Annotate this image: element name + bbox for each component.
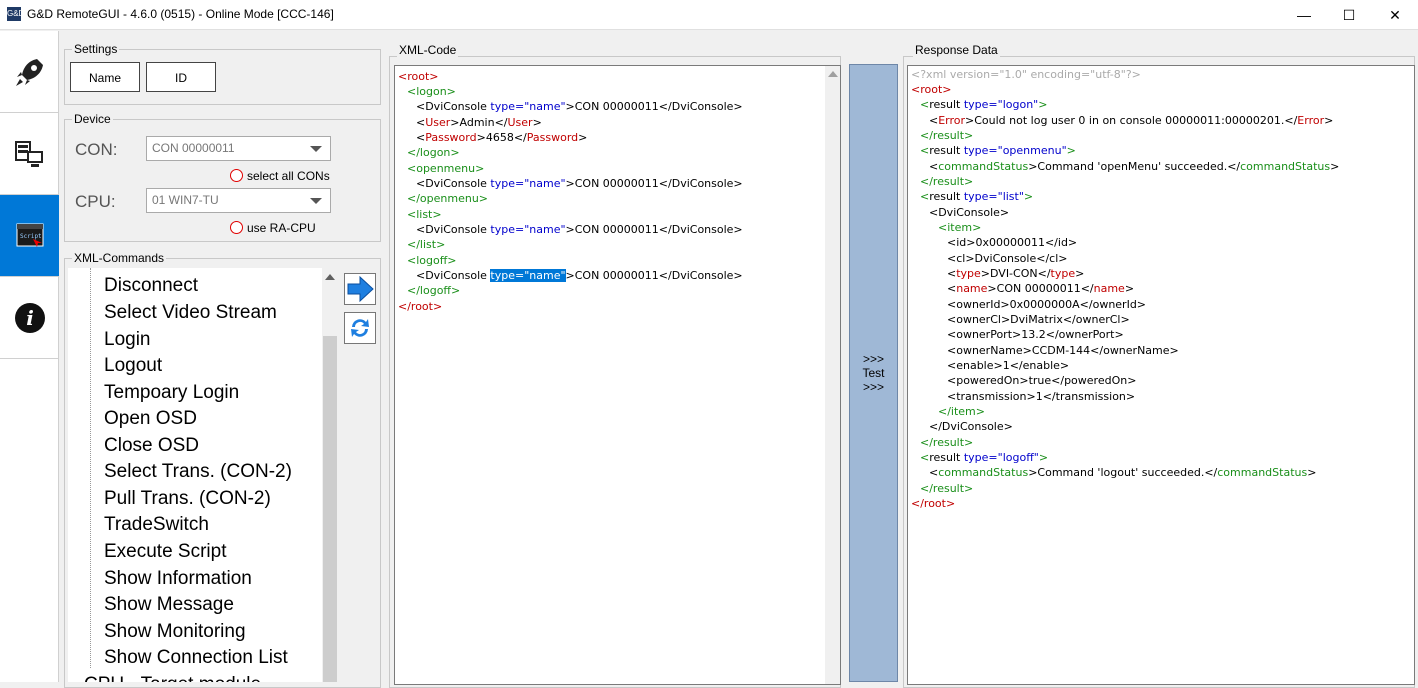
list-item[interactable]: Execute Script [104, 541, 227, 563]
sidebar: Script i [0, 31, 59, 682]
list-item[interactable]: CPU - Target module [84, 674, 261, 682]
list-item[interactable]: Select Trans. (CON-2) [104, 461, 292, 483]
arrow-right-icon [347, 276, 374, 302]
list-item[interactable]: Pull Trans. (CON-2) [104, 488, 271, 510]
sidebar-item-script[interactable]: Script [0, 195, 59, 277]
info-icon-glyph: i [26, 306, 34, 330]
xml-code-editor[interactable]: <root> <logon> <DviConsole type="name">C… [394, 65, 841, 685]
rocket-icon [15, 58, 43, 86]
test-button[interactable]: >>> Test >>> [849, 64, 898, 682]
commands-scrollbar[interactable] [322, 270, 338, 682]
chevron-down-icon [310, 198, 322, 204]
cpu-label: CPU: [75, 192, 116, 211]
info-icon: i [14, 302, 45, 333]
list-item[interactable]: Disconnect [104, 275, 198, 297]
list-item[interactable]: Close OSD [104, 435, 199, 457]
test-button-label: Test [862, 366, 885, 380]
select-all-cons-radio[interactable] [230, 169, 243, 182]
select-all-cons-label: select all CONs [247, 169, 330, 183]
test-button-arrows-top: >>> [862, 352, 884, 366]
list-item[interactable]: TradeSwitch [104, 514, 209, 536]
refresh-button[interactable] [344, 312, 376, 344]
app-icon: G&D [7, 7, 24, 21]
settings-label: Settings [72, 42, 120, 56]
list-item[interactable]: Tempoary Login [104, 382, 239, 404]
list-item[interactable]: Show Connection List [104, 647, 288, 669]
scroll-up-icon[interactable] [828, 71, 838, 77]
chevron-down-icon [310, 146, 322, 152]
list-item[interactable]: Show Information [104, 568, 252, 590]
maximize-button[interactable]: ☐ [1326, 0, 1372, 30]
use-ra-cpu-label: use RA-CPU [247, 221, 316, 235]
list-item[interactable]: Open OSD [104, 408, 197, 430]
sidebar-item-rocket[interactable] [0, 31, 59, 113]
test-button-arrows-bottom: >>> [862, 380, 884, 394]
use-ra-cpu-radio[interactable] [230, 221, 243, 234]
sidebar-item-devices[interactable] [0, 113, 59, 195]
refresh-icon [351, 319, 369, 337]
svg-text:Script: Script [20, 233, 42, 240]
list-item[interactable]: Show Message [104, 594, 234, 616]
con-select[interactable]: CON 00000011 [146, 136, 331, 161]
xml-code-label: XML-Code [397, 43, 459, 57]
xml-code-scrollbar[interactable] [825, 66, 840, 684]
computer-network-icon [14, 140, 43, 167]
list-item[interactable]: Logout [104, 355, 162, 377]
cpu-select[interactable]: 01 WIN7-TU [146, 188, 331, 213]
minimize-button[interactable]: — [1281, 0, 1327, 30]
con-label: CON: [75, 140, 118, 159]
device-label: Device [72, 112, 113, 126]
response-label: Response Data [913, 43, 1000, 57]
scroll-thumb[interactable] [323, 336, 337, 682]
xml-commands-list[interactable]: Disconnect Select Video Stream Login Log… [68, 268, 322, 682]
scroll-up-icon[interactable] [325, 274, 335, 280]
title-bar: G&D G&D RemoteGUI - 4.6.0 (0515) - Onlin… [0, 0, 1418, 30]
list-item[interactable]: Show Monitoring [104, 621, 246, 643]
list-item[interactable]: Login [104, 329, 151, 351]
close-button[interactable]: ✕ [1372, 0, 1418, 30]
cpu-select-value: 01 WIN7-TU [152, 193, 219, 207]
response-viewer[interactable]: <?xml version="1.0" encoding="utf-8"?> <… [907, 65, 1415, 685]
insert-command-button[interactable] [344, 273, 376, 305]
tree-line [90, 268, 91, 668]
window-title: G&D RemoteGUI - 4.6.0 (0515) - Online Mo… [27, 7, 334, 21]
xml-commands-label: XML-Commands [72, 251, 167, 265]
tab-name[interactable]: Name [70, 62, 140, 92]
sidebar-item-info[interactable]: i [0, 277, 59, 359]
script-icon: Script [16, 223, 43, 247]
con-select-value: CON 00000011 [152, 141, 235, 155]
list-item[interactable]: Select Video Stream [104, 302, 277, 324]
tab-id[interactable]: ID [146, 62, 216, 92]
